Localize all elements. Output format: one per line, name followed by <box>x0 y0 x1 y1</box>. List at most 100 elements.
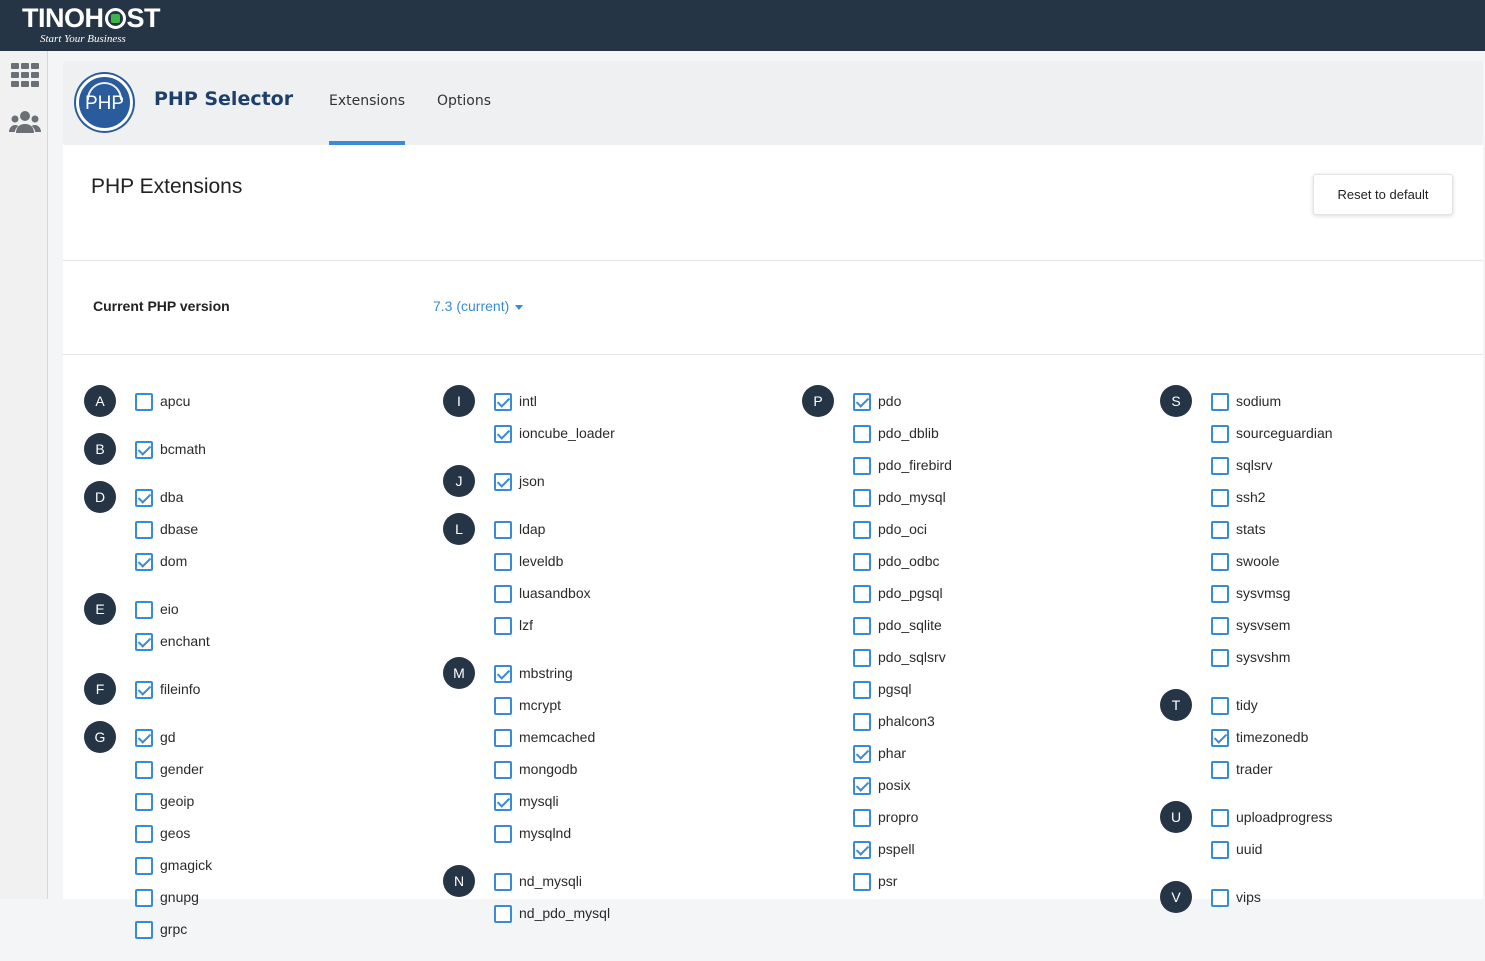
extension-checkbox[interactable] <box>853 553 871 571</box>
extension-item-pdo[interactable]: pdo <box>853 391 952 423</box>
extension-item-vips[interactable]: vips <box>1211 887 1333 919</box>
extension-checkbox[interactable] <box>853 809 871 827</box>
extension-item-mysqli[interactable]: mysqli <box>494 791 615 823</box>
extension-item-ioncube_loader[interactable]: ioncube_loader <box>494 423 615 455</box>
extension-item-sysvmsg[interactable]: sysvmsg <box>1211 583 1333 615</box>
extension-checkbox[interactable] <box>135 857 153 875</box>
extension-item-phalcon3[interactable]: phalcon3 <box>853 711 952 743</box>
extension-item-intl[interactable]: intl <box>494 391 615 423</box>
extension-item-psr[interactable]: psr <box>853 871 952 903</box>
extension-item-stats[interactable]: stats <box>1211 519 1333 551</box>
extension-item-dbase[interactable]: dbase <box>135 519 212 551</box>
extension-checkbox[interactable] <box>494 473 512 491</box>
extension-item-nd_mysqli[interactable]: nd_mysqli <box>494 871 615 903</box>
extension-checkbox[interactable] <box>1211 809 1229 827</box>
extension-item-pgsql[interactable]: pgsql <box>853 679 952 711</box>
extension-checkbox[interactable] <box>1211 393 1229 411</box>
extension-checkbox[interactable] <box>853 745 871 763</box>
extension-item-grpc[interactable]: grpc <box>135 919 212 951</box>
extension-item-timezonedb[interactable]: timezonedb <box>1211 727 1333 759</box>
extension-checkbox[interactable] <box>135 601 153 619</box>
users-icon[interactable] <box>9 107 41 139</box>
extension-checkbox[interactable] <box>853 649 871 667</box>
extension-item-gender[interactable]: gender <box>135 759 212 791</box>
extension-checkbox[interactable] <box>1211 585 1229 603</box>
extension-checkbox[interactable] <box>494 825 512 843</box>
extension-checkbox[interactable] <box>135 489 153 507</box>
extension-item-pdo_mysql[interactable]: pdo_mysql <box>853 487 952 519</box>
extension-item-tidy[interactable]: tidy <box>1211 695 1333 727</box>
extension-checkbox[interactable] <box>494 585 512 603</box>
extension-item-mcrypt[interactable]: mcrypt <box>494 695 615 727</box>
extension-checkbox[interactable] <box>135 889 153 907</box>
grid-icon[interactable] <box>9 59 41 91</box>
extension-item-ldap[interactable]: ldap <box>494 519 615 551</box>
extension-checkbox[interactable] <box>494 617 512 635</box>
tab-options[interactable]: Options <box>437 61 491 145</box>
extension-checkbox[interactable] <box>1211 425 1229 443</box>
extension-checkbox[interactable] <box>853 425 871 443</box>
extension-item-enchant[interactable]: enchant <box>135 631 212 663</box>
extension-checkbox[interactable] <box>853 393 871 411</box>
extension-checkbox[interactable] <box>494 761 512 779</box>
extension-checkbox[interactable] <box>853 681 871 699</box>
extension-item-pdo_oci[interactable]: pdo_oci <box>853 519 952 551</box>
extension-item-gnupg[interactable]: gnupg <box>135 887 212 919</box>
extension-checkbox[interactable] <box>135 793 153 811</box>
extension-item-pdo_pgsql[interactable]: pdo_pgsql <box>853 583 952 615</box>
extension-checkbox[interactable] <box>135 553 153 571</box>
extension-checkbox[interactable] <box>853 873 871 891</box>
extension-checkbox[interactable] <box>1211 729 1229 747</box>
extension-item-luasandbox[interactable]: luasandbox <box>494 583 615 615</box>
extension-item-pdo_sqlite[interactable]: pdo_sqlite <box>853 615 952 647</box>
extension-item-apcu[interactable]: apcu <box>135 391 212 423</box>
extension-checkbox[interactable] <box>494 697 512 715</box>
extension-item-posix[interactable]: posix <box>853 775 952 807</box>
extension-checkbox[interactable] <box>1211 761 1229 779</box>
extension-checkbox[interactable] <box>494 729 512 747</box>
extension-checkbox[interactable] <box>853 617 871 635</box>
extension-item-mysqlnd[interactable]: mysqlnd <box>494 823 615 855</box>
extension-item-sysvsem[interactable]: sysvsem <box>1211 615 1333 647</box>
extension-item-leveldb[interactable]: leveldb <box>494 551 615 583</box>
extension-checkbox[interactable] <box>135 681 153 699</box>
extension-checkbox[interactable] <box>494 425 512 443</box>
extension-checkbox[interactable] <box>494 665 512 683</box>
extension-checkbox[interactable] <box>1211 489 1229 507</box>
extension-checkbox[interactable] <box>135 921 153 939</box>
extension-checkbox[interactable] <box>494 873 512 891</box>
extension-item-nd_pdo_mysql[interactable]: nd_pdo_mysql <box>494 903 615 935</box>
extension-checkbox[interactable] <box>853 777 871 795</box>
php-version-select[interactable]: 7.3 (current) <box>433 298 524 314</box>
extension-checkbox[interactable] <box>135 441 153 459</box>
extension-item-sourceguardian[interactable]: sourceguardian <box>1211 423 1333 455</box>
extension-item-pdo_firebird[interactable]: pdo_firebird <box>853 455 952 487</box>
extension-checkbox[interactable] <box>1211 889 1229 907</box>
extension-checkbox[interactable] <box>853 521 871 539</box>
extension-checkbox[interactable] <box>135 393 153 411</box>
extension-checkbox[interactable] <box>1211 841 1229 859</box>
extension-checkbox[interactable] <box>135 729 153 747</box>
extension-item-mbstring[interactable]: mbstring <box>494 663 615 695</box>
extension-item-json[interactable]: json <box>494 471 615 503</box>
extension-checkbox[interactable] <box>494 905 512 923</box>
extension-item-sodium[interactable]: sodium <box>1211 391 1333 423</box>
brand-logo[interactable]: TINOH ST Start Your Business <box>22 4 161 45</box>
extension-item-dba[interactable]: dba <box>135 487 212 519</box>
extension-checkbox[interactable] <box>135 633 153 651</box>
extension-checkbox[interactable] <box>1211 649 1229 667</box>
extension-checkbox[interactable] <box>853 489 871 507</box>
extension-checkbox[interactable] <box>135 521 153 539</box>
extension-checkbox[interactable] <box>1211 617 1229 635</box>
extension-item-pspell[interactable]: pspell <box>853 839 952 871</box>
tab-extensions[interactable]: Extensions <box>329 61 406 145</box>
extension-checkbox[interactable] <box>853 585 871 603</box>
extension-checkbox[interactable] <box>1211 697 1229 715</box>
extension-checkbox[interactable] <box>494 553 512 571</box>
extension-item-uploadprogress[interactable]: uploadprogress <box>1211 807 1333 839</box>
extension-checkbox[interactable] <box>494 393 512 411</box>
extension-checkbox[interactable] <box>853 841 871 859</box>
extension-item-fileinfo[interactable]: fileinfo <box>135 679 212 711</box>
extension-item-swoole[interactable]: swoole <box>1211 551 1333 583</box>
extension-checkbox[interactable] <box>135 761 153 779</box>
